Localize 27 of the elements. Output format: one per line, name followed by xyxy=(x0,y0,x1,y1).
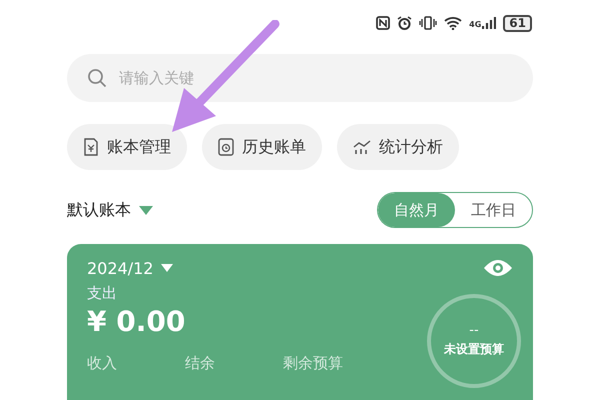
dropdown-caret-icon[interactable] xyxy=(139,206,153,214)
shortcut-button[interactable]: 历史账单 xyxy=(202,124,322,170)
vibrate-icon xyxy=(419,16,438,30)
budget-value: -- xyxy=(469,324,479,337)
shortcut-button[interactable]: 账本管理 xyxy=(67,124,187,170)
expense-amount: ¥ 0.00 xyxy=(87,305,186,338)
ledger-icon xyxy=(83,138,99,156)
battery-level: 61 xyxy=(503,14,532,32)
nfc-icon xyxy=(376,16,390,30)
eye-icon[interactable] xyxy=(483,258,513,278)
chart-icon xyxy=(353,139,371,155)
document-clock-icon xyxy=(218,138,234,156)
shortcut-button[interactable]: 统计分析 xyxy=(337,124,459,170)
alarm-icon xyxy=(397,16,412,30)
search-field[interactable]: 请输入关键 xyxy=(67,54,533,102)
period-tab[interactable]: 工作日 xyxy=(455,193,532,227)
summary-label: 收入 xyxy=(87,354,118,373)
search-icon xyxy=(87,68,107,88)
signal-icon xyxy=(482,17,496,29)
expense-label: 支出 xyxy=(87,284,118,303)
dropdown-caret-icon[interactable] xyxy=(161,264,174,272)
ledger-selector[interactable]: 默认账本 xyxy=(67,200,131,220)
network-type-label: 4G xyxy=(469,21,482,29)
summary-label: 结余 xyxy=(185,354,216,373)
summary-label: 剩余预算 xyxy=(283,354,344,373)
budget-status: 未设置预算 xyxy=(444,341,504,358)
wifi-icon xyxy=(444,16,462,30)
